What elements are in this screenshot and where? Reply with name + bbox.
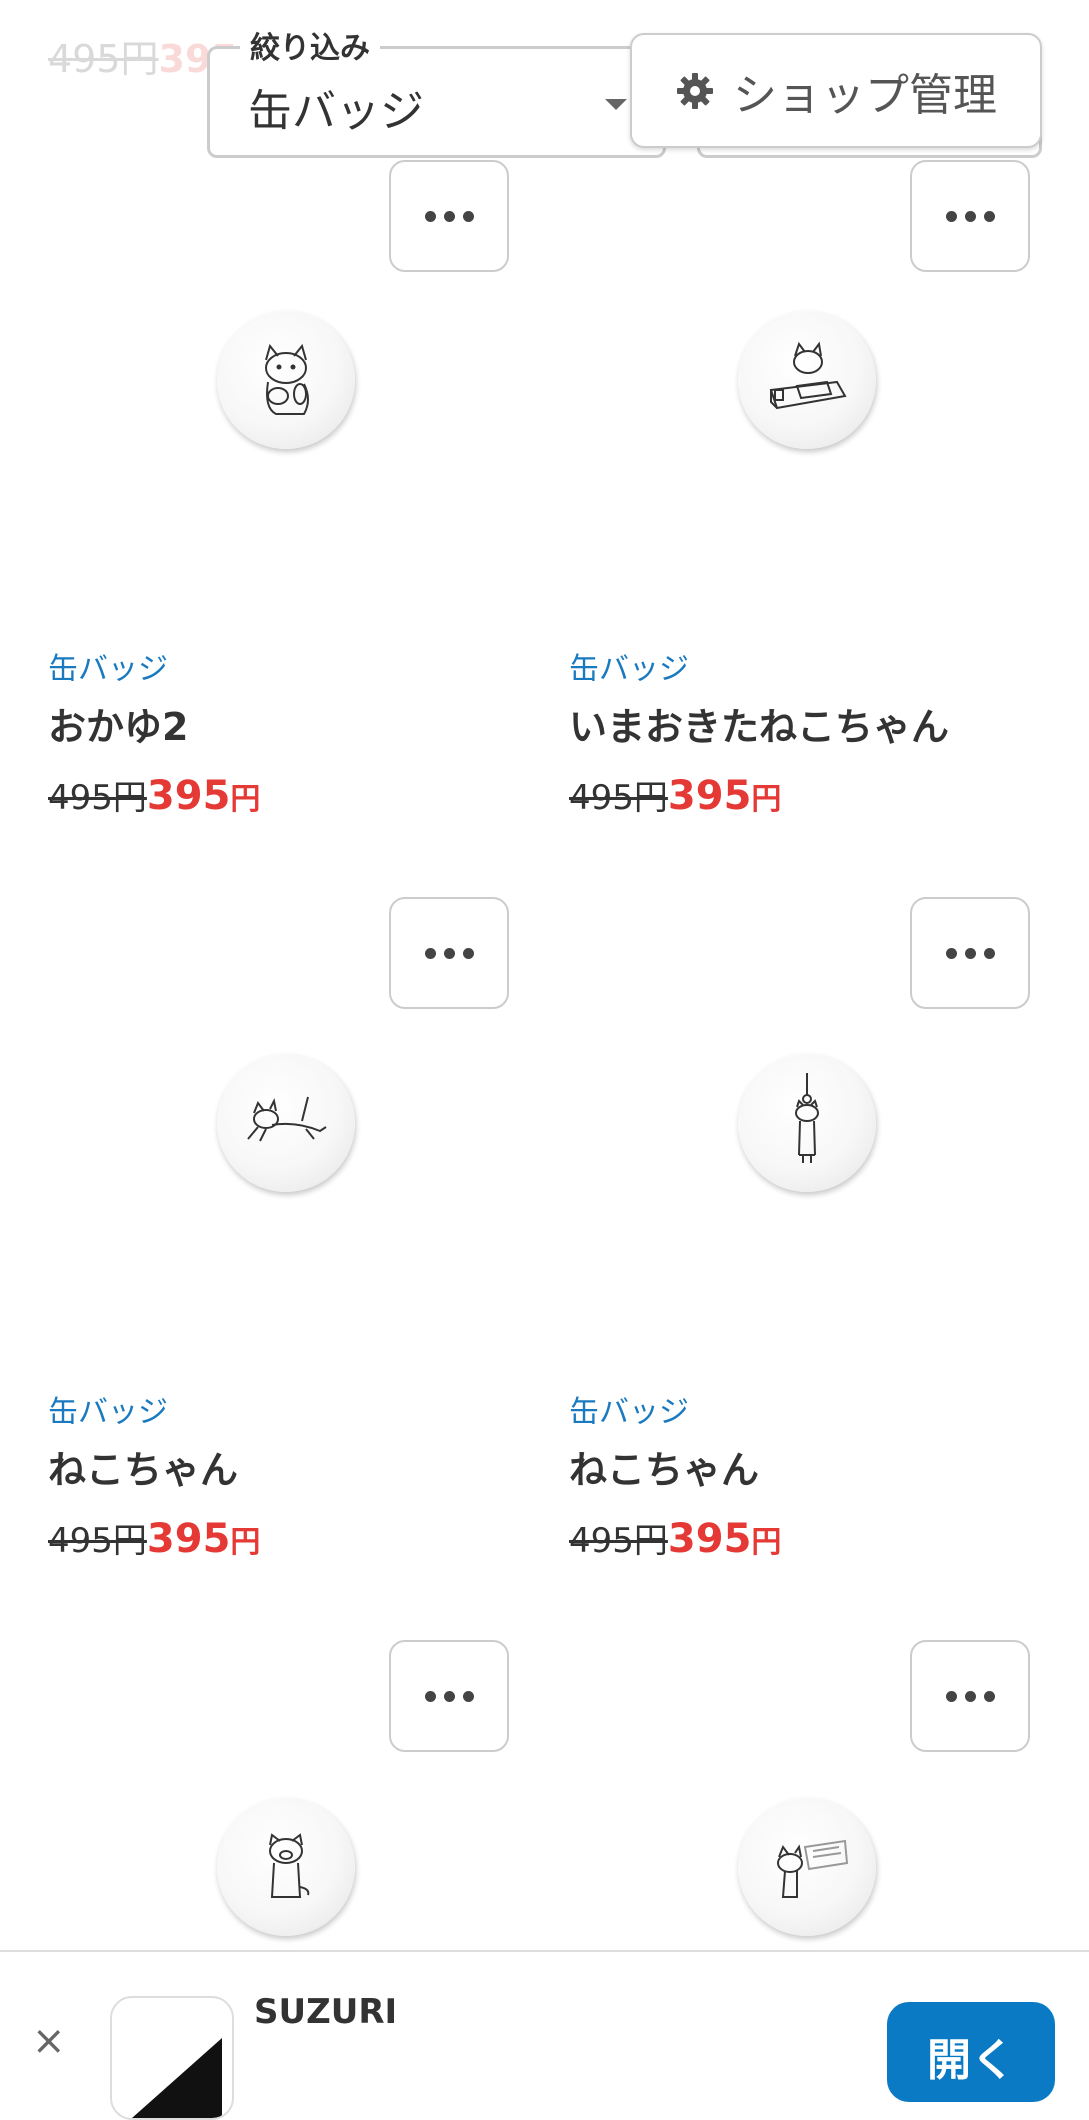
original-price: 495円 <box>569 778 668 818</box>
app-name: SUZURI <box>254 1992 398 2032</box>
more-options-button[interactable] <box>910 1640 1030 1752</box>
product-price: 495円395円 <box>48 1513 260 1562</box>
app-install-banner: × SUZURI 開く <box>0 1950 1089 2120</box>
yen-unit: 円 <box>751 782 782 817</box>
more-dots-icon <box>945 1690 995 1702</box>
sale-price: 395 <box>146 1516 231 1562</box>
product-image-cat-with-box[interactable] <box>738 1798 876 1936</box>
product-card[interactable]: 缶バッジ おかゆ2 495円395円 <box>0 160 520 900</box>
sale-price: 395 <box>146 773 231 819</box>
original-price: 495円 <box>48 1521 147 1561</box>
more-options-button[interactable] <box>389 1640 509 1752</box>
yen-unit: 円 <box>230 1525 261 1560</box>
more-dots-icon <box>424 1690 474 1702</box>
product-title[interactable]: いまおきたねこちゃん <box>569 696 949 751</box>
product-price: 495円395円 <box>569 770 781 819</box>
more-options-button[interactable] <box>910 160 1030 272</box>
more-dots-icon <box>424 947 474 959</box>
product-image-pig-standing[interactable] <box>217 1798 355 1936</box>
shop-manage-label: ショップ管理 <box>733 69 997 121</box>
sale-price: 395 <box>667 773 752 819</box>
product-card[interactable] <box>0 1640 520 1950</box>
more-options-button[interactable] <box>910 897 1030 1009</box>
suzuri-app-icon <box>110 1996 234 2120</box>
product-category[interactable]: 缶バッジ <box>48 644 168 688</box>
product-price: 495円395円 <box>48 770 260 819</box>
product-price: 495円395円 <box>569 1513 781 1562</box>
product-image-cat-in-bed[interactable] <box>738 311 876 449</box>
product-card[interactable]: 缶バッジ いまおきたねこちゃん 495円395円 <box>521 160 1041 900</box>
filter-label: 絞り込み <box>240 23 380 67</box>
more-options-button[interactable] <box>389 160 509 272</box>
product-card[interactable]: 缶バッジ ねこちゃん 495円395円 <box>0 897 520 1637</box>
original-price: 495円 <box>569 1521 668 1561</box>
yen-unit: 円 <box>751 1525 782 1560</box>
more-dots-icon <box>424 210 474 222</box>
close-icon[interactable]: × <box>32 2018 66 2064</box>
ghost-old-price: 495円 <box>48 37 159 81</box>
product-category[interactable]: 缶バッジ <box>48 1387 168 1431</box>
product-card[interactable]: 缶バッジ ねこちゃん 495円395円 <box>521 897 1041 1637</box>
product-card[interactable] <box>521 1640 1041 1950</box>
more-options-button[interactable] <box>389 897 509 1009</box>
dropdown-caret-icon <box>605 99 627 110</box>
product-title[interactable]: おかゆ2 <box>48 696 188 751</box>
open-app-button[interactable]: 開く <box>887 2002 1055 2102</box>
sale-price: 395 <box>667 1516 752 1562</box>
product-title[interactable]: ねこちゃん <box>569 1439 759 1494</box>
filter-select[interactable]: 絞り込み 缶バッジ <box>207 23 666 158</box>
filter-value: 缶バッジ <box>248 86 424 137</box>
product-category[interactable]: 缶バッジ <box>569 644 689 688</box>
product-image-cat-hanging[interactable] <box>738 1054 876 1192</box>
more-dots-icon <box>945 210 995 222</box>
more-dots-icon <box>945 947 995 959</box>
yen-unit: 円 <box>230 782 261 817</box>
product-image-cat-holding-bowl[interactable] <box>217 311 355 449</box>
product-image-cat-stretching[interactable] <box>217 1054 355 1192</box>
product-category[interactable]: 缶バッジ <box>569 1387 689 1431</box>
shop-manage-button[interactable]: ショップ管理 <box>630 33 1042 148</box>
product-title[interactable]: ねこちゃん <box>48 1439 238 1494</box>
gear-icon <box>675 71 715 111</box>
original-price: 495円 <box>48 778 147 818</box>
